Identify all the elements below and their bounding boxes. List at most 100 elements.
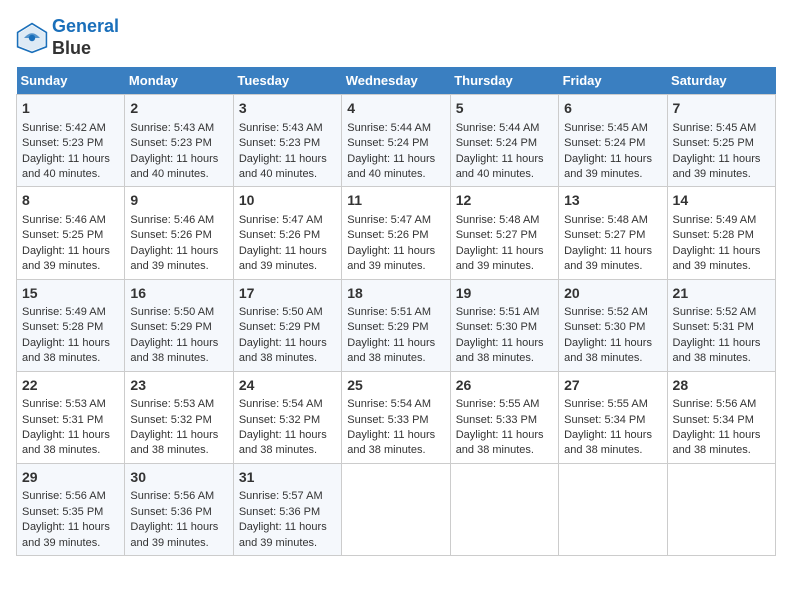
day-number: 22 [22,376,119,396]
daylight-minutes: and 38 minutes. [564,444,642,456]
sunset-text: Sunset: 5:31 PM [22,414,103,426]
calendar-cell: 27Sunrise: 5:55 AMSunset: 5:34 PMDayligh… [559,371,667,463]
calendar-cell: 14Sunrise: 5:49 AMSunset: 5:28 PMDayligh… [667,187,775,279]
daylight-label: Daylight: 11 hours [673,153,761,165]
page-header: General Blue [16,16,776,59]
calendar-cell: 4Sunrise: 5:44 AMSunset: 5:24 PMDaylight… [342,95,450,187]
calendar-cell: 10Sunrise: 5:47 AMSunset: 5:26 PMDayligh… [233,187,341,279]
sunrise-text: Sunrise: 5:44 AM [456,122,540,134]
daylight-minutes: and 39 minutes. [22,537,100,549]
day-number: 13 [564,191,661,211]
daylight-minutes: and 39 minutes. [239,537,317,549]
daylight-label: Daylight: 11 hours [347,337,435,349]
calendar-cell: 12Sunrise: 5:48 AMSunset: 5:27 PMDayligh… [450,187,558,279]
sunset-text: Sunset: 5:33 PM [347,414,428,426]
daylight-label: Daylight: 11 hours [239,245,327,257]
sunset-text: Sunset: 5:24 PM [564,137,645,149]
calendar-table: SundayMondayTuesdayWednesdayThursdayFrid… [16,67,776,556]
daylight-label: Daylight: 11 hours [673,429,761,441]
day-number: 12 [456,191,553,211]
daylight-label: Daylight: 11 hours [564,153,652,165]
calendar-cell: 5Sunrise: 5:44 AMSunset: 5:24 PMDaylight… [450,95,558,187]
sunset-text: Sunset: 5:34 PM [673,414,754,426]
column-header-thursday: Thursday [450,67,558,95]
daylight-minutes: and 38 minutes. [347,444,425,456]
daylight-minutes: and 38 minutes. [456,352,534,364]
column-header-saturday: Saturday [667,67,775,95]
daylight-label: Daylight: 11 hours [673,337,761,349]
sunrise-text: Sunrise: 5:49 AM [22,306,106,318]
day-number: 26 [456,376,553,396]
sunset-text: Sunset: 5:35 PM [22,506,103,518]
daylight-minutes: and 38 minutes. [347,352,425,364]
day-number: 9 [130,191,227,211]
sunset-text: Sunset: 5:23 PM [22,137,103,149]
day-number: 16 [130,284,227,304]
daylight-minutes: and 39 minutes. [564,260,642,272]
daylight-minutes: and 39 minutes. [130,260,208,272]
sunrise-text: Sunrise: 5:48 AM [564,214,648,226]
daylight-minutes: and 39 minutes. [22,260,100,272]
sunset-text: Sunset: 5:29 PM [239,321,320,333]
calendar-cell: 11Sunrise: 5:47 AMSunset: 5:26 PMDayligh… [342,187,450,279]
calendar-cell: 9Sunrise: 5:46 AMSunset: 5:26 PMDaylight… [125,187,233,279]
calendar-cell: 3Sunrise: 5:43 AMSunset: 5:23 PMDaylight… [233,95,341,187]
day-number: 10 [239,191,336,211]
daylight-label: Daylight: 11 hours [239,429,327,441]
daylight-minutes: and 40 minutes. [456,168,534,180]
column-header-sunday: Sunday [17,67,125,95]
day-number: 15 [22,284,119,304]
sunrise-text: Sunrise: 5:46 AM [22,214,106,226]
sunset-text: Sunset: 5:29 PM [130,321,211,333]
sunrise-text: Sunrise: 5:44 AM [347,122,431,134]
day-number: 29 [22,468,119,488]
daylight-minutes: and 40 minutes. [22,168,100,180]
daylight-minutes: and 39 minutes. [564,168,642,180]
calendar-cell: 19Sunrise: 5:51 AMSunset: 5:30 PMDayligh… [450,279,558,371]
sunset-text: Sunset: 5:36 PM [130,506,211,518]
daylight-label: Daylight: 11 hours [22,337,110,349]
calendar-cell: 31Sunrise: 5:57 AMSunset: 5:36 PMDayligh… [233,463,341,555]
daylight-label: Daylight: 11 hours [564,337,652,349]
calendar-cell: 2Sunrise: 5:43 AMSunset: 5:23 PMDaylight… [125,95,233,187]
day-number: 31 [239,468,336,488]
sunset-text: Sunset: 5:28 PM [673,229,754,241]
calendar-week-row: 1Sunrise: 5:42 AMSunset: 5:23 PMDaylight… [17,95,776,187]
daylight-label: Daylight: 11 hours [239,521,327,533]
daylight-minutes: and 38 minutes. [22,444,100,456]
sunrise-text: Sunrise: 5:48 AM [456,214,540,226]
day-number: 17 [239,284,336,304]
calendar-cell: 20Sunrise: 5:52 AMSunset: 5:30 PMDayligh… [559,279,667,371]
day-number: 3 [239,99,336,119]
calendar-cell [667,463,775,555]
calendar-cell: 22Sunrise: 5:53 AMSunset: 5:31 PMDayligh… [17,371,125,463]
calendar-cell: 21Sunrise: 5:52 AMSunset: 5:31 PMDayligh… [667,279,775,371]
daylight-label: Daylight: 11 hours [456,429,544,441]
calendar-cell: 26Sunrise: 5:55 AMSunset: 5:33 PMDayligh… [450,371,558,463]
sunset-text: Sunset: 5:34 PM [564,414,645,426]
sunrise-text: Sunrise: 5:43 AM [130,122,214,134]
daylight-label: Daylight: 11 hours [22,153,110,165]
calendar-header-row: SundayMondayTuesdayWednesdayThursdayFrid… [17,67,776,95]
daylight-label: Daylight: 11 hours [130,429,218,441]
logo: General Blue [16,16,119,59]
sunset-text: Sunset: 5:27 PM [456,229,537,241]
day-number: 18 [347,284,444,304]
sunset-text: Sunset: 5:26 PM [130,229,211,241]
sunrise-text: Sunrise: 5:55 AM [564,398,648,410]
daylight-label: Daylight: 11 hours [22,429,110,441]
sunrise-text: Sunrise: 5:52 AM [564,306,648,318]
day-number: 28 [673,376,770,396]
sunrise-text: Sunrise: 5:56 AM [22,490,106,502]
daylight-label: Daylight: 11 hours [347,245,435,257]
calendar-cell [559,463,667,555]
calendar-cell: 28Sunrise: 5:56 AMSunset: 5:34 PMDayligh… [667,371,775,463]
sunrise-text: Sunrise: 5:50 AM [130,306,214,318]
daylight-label: Daylight: 11 hours [22,245,110,257]
daylight-label: Daylight: 11 hours [130,521,218,533]
day-number: 7 [673,99,770,119]
sunrise-text: Sunrise: 5:57 AM [239,490,323,502]
daylight-minutes: and 38 minutes. [22,352,100,364]
sunrise-text: Sunrise: 5:43 AM [239,122,323,134]
daylight-minutes: and 38 minutes. [130,444,208,456]
